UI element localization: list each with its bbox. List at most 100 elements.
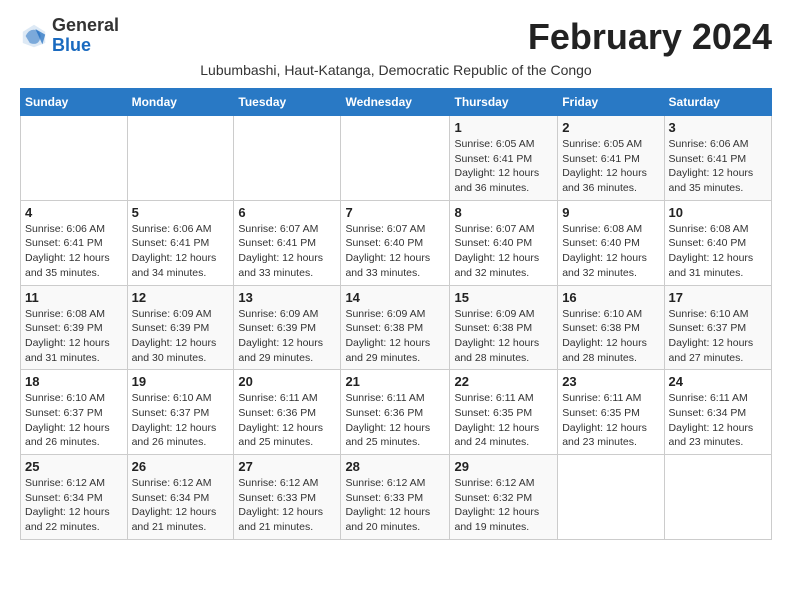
calendar-cell: 29 Sunrise: 6:12 AM Sunset: 6:32 PM Dayli…: [450, 455, 558, 540]
day-info: Sunrise: 6:12 AM Sunset: 6:32 PM Dayligh…: [454, 476, 553, 535]
day-number: 23: [562, 374, 659, 389]
day-number: 17: [669, 290, 767, 305]
location-title: Lubumbashi, Haut-Katanga, Democratic Rep…: [20, 62, 772, 78]
day-number: 5: [132, 205, 230, 220]
day-number: 3: [669, 120, 767, 135]
calendar-cell: 7 Sunrise: 6:07 AM Sunset: 6:40 PM Daylig…: [341, 200, 450, 285]
day-number: 13: [238, 290, 336, 305]
day-number: 10: [669, 205, 767, 220]
day-info: Sunrise: 6:05 AM Sunset: 6:41 PM Dayligh…: [454, 137, 553, 196]
day-of-week-header: Tuesday: [234, 89, 341, 116]
calendar-cell: 9 Sunrise: 6:08 AM Sunset: 6:40 PM Daylig…: [558, 200, 664, 285]
day-info: Sunrise: 6:06 AM Sunset: 6:41 PM Dayligh…: [669, 137, 767, 196]
calendar-cell: 3 Sunrise: 6:06 AM Sunset: 6:41 PM Daylig…: [664, 116, 771, 201]
day-info: Sunrise: 6:08 AM Sunset: 6:40 PM Dayligh…: [562, 222, 659, 281]
day-info: Sunrise: 6:12 AM Sunset: 6:34 PM Dayligh…: [25, 476, 123, 535]
calendar-cell: 17 Sunrise: 6:10 AM Sunset: 6:37 PM Dayli…: [664, 285, 771, 370]
day-info: Sunrise: 6:09 AM Sunset: 6:38 PM Dayligh…: [345, 307, 445, 366]
calendar-cell: 10 Sunrise: 6:08 AM Sunset: 6:40 PM Dayli…: [664, 200, 771, 285]
calendar-cell: [558, 455, 664, 540]
day-info: Sunrise: 6:10 AM Sunset: 6:37 PM Dayligh…: [25, 391, 123, 450]
day-number: 9: [562, 205, 659, 220]
day-info: Sunrise: 6:05 AM Sunset: 6:41 PM Dayligh…: [562, 137, 659, 196]
calendar-cell: [127, 116, 234, 201]
day-number: 2: [562, 120, 659, 135]
day-info: Sunrise: 6:08 AM Sunset: 6:39 PM Dayligh…: [25, 307, 123, 366]
calendar-cell: 27 Sunrise: 6:12 AM Sunset: 6:33 PM Dayli…: [234, 455, 341, 540]
day-number: 26: [132, 459, 230, 474]
day-info: Sunrise: 6:12 AM Sunset: 6:34 PM Dayligh…: [132, 476, 230, 535]
day-number: 19: [132, 374, 230, 389]
day-number: 11: [25, 290, 123, 305]
day-info: Sunrise: 6:06 AM Sunset: 6:41 PM Dayligh…: [25, 222, 123, 281]
day-number: 7: [345, 205, 445, 220]
day-of-week-header: Friday: [558, 89, 664, 116]
day-number: 21: [345, 374, 445, 389]
day-info: Sunrise: 6:07 AM Sunset: 6:41 PM Dayligh…: [238, 222, 336, 281]
day-info: Sunrise: 6:11 AM Sunset: 6:36 PM Dayligh…: [238, 391, 336, 450]
day-of-week-header: Sunday: [21, 89, 128, 116]
day-number: 1: [454, 120, 553, 135]
logo-icon: [20, 22, 48, 50]
day-info: Sunrise: 6:09 AM Sunset: 6:39 PM Dayligh…: [132, 307, 230, 366]
day-info: Sunrise: 6:10 AM Sunset: 6:37 PM Dayligh…: [669, 307, 767, 366]
calendar-cell: [234, 116, 341, 201]
logo: General Blue: [20, 16, 119, 56]
day-info: Sunrise: 6:07 AM Sunset: 6:40 PM Dayligh…: [345, 222, 445, 281]
calendar-cell: 25 Sunrise: 6:12 AM Sunset: 6:34 PM Dayli…: [21, 455, 128, 540]
calendar-cell: [21, 116, 128, 201]
day-number: 24: [669, 374, 767, 389]
calendar-cell: 6 Sunrise: 6:07 AM Sunset: 6:41 PM Daylig…: [234, 200, 341, 285]
day-of-week-header: Saturday: [664, 89, 771, 116]
day-of-week-header: Thursday: [450, 89, 558, 116]
calendar-cell: 24 Sunrise: 6:11 AM Sunset: 6:34 PM Dayli…: [664, 370, 771, 455]
calendar-cell: 14 Sunrise: 6:09 AM Sunset: 6:38 PM Dayli…: [341, 285, 450, 370]
calendar-cell: [341, 116, 450, 201]
calendar-cell: 16 Sunrise: 6:10 AM Sunset: 6:38 PM Dayli…: [558, 285, 664, 370]
header: General Blue February 2024: [20, 16, 772, 58]
day-number: 27: [238, 459, 336, 474]
calendar-cell: [664, 455, 771, 540]
calendar-cell: 23 Sunrise: 6:11 AM Sunset: 6:35 PM Dayli…: [558, 370, 664, 455]
day-info: Sunrise: 6:11 AM Sunset: 6:35 PM Dayligh…: [454, 391, 553, 450]
day-info: Sunrise: 6:11 AM Sunset: 6:34 PM Dayligh…: [669, 391, 767, 450]
day-number: 14: [345, 290, 445, 305]
day-number: 16: [562, 290, 659, 305]
month-title: February 2024: [528, 16, 772, 58]
calendar-cell: 26 Sunrise: 6:12 AM Sunset: 6:34 PM Dayli…: [127, 455, 234, 540]
day-number: 25: [25, 459, 123, 474]
calendar-cell: 18Sunrise: 6:10 AM Sunset: 6:37 PM Dayli…: [21, 370, 128, 455]
day-info: Sunrise: 6:06 AM Sunset: 6:41 PM Dayligh…: [132, 222, 230, 281]
day-info: Sunrise: 6:10 AM Sunset: 6:37 PM Dayligh…: [132, 391, 230, 450]
day-number: 4: [25, 205, 123, 220]
day-info: Sunrise: 6:10 AM Sunset: 6:38 PM Dayligh…: [562, 307, 659, 366]
day-info: Sunrise: 6:12 AM Sunset: 6:33 PM Dayligh…: [345, 476, 445, 535]
day-number: 15: [454, 290, 553, 305]
day-info: Sunrise: 6:12 AM Sunset: 6:33 PM Dayligh…: [238, 476, 336, 535]
day-number: 29: [454, 459, 553, 474]
calendar-cell: 28 Sunrise: 6:12 AM Sunset: 6:33 PM Dayli…: [341, 455, 450, 540]
day-info: Sunrise: 6:09 AM Sunset: 6:39 PM Dayligh…: [238, 307, 336, 366]
calendar-cell: 21 Sunrise: 6:11 AM Sunset: 6:36 PM Dayli…: [341, 370, 450, 455]
day-info: Sunrise: 6:08 AM Sunset: 6:40 PM Dayligh…: [669, 222, 767, 281]
day-of-week-header: Monday: [127, 89, 234, 116]
calendar-cell: 20 Sunrise: 6:11 AM Sunset: 6:36 PM Dayli…: [234, 370, 341, 455]
day-info: Sunrise: 6:11 AM Sunset: 6:35 PM Dayligh…: [562, 391, 659, 450]
calendar-cell: 11 Sunrise: 6:08 AM Sunset: 6:39 PM Dayli…: [21, 285, 128, 370]
calendar-cell: 5 Sunrise: 6:06 AM Sunset: 6:41 PM Daylig…: [127, 200, 234, 285]
calendar-cell: 1 Sunrise: 6:05 AM Sunset: 6:41 PM Daylig…: [450, 116, 558, 201]
logo-text: General Blue: [52, 16, 119, 56]
day-info: Sunrise: 6:11 AM Sunset: 6:36 PM Dayligh…: [345, 391, 445, 450]
calendar-cell: 4 Sunrise: 6:06 AM Sunset: 6:41 PM Daylig…: [21, 200, 128, 285]
day-number: 8: [454, 205, 553, 220]
day-of-week-header: Wednesday: [341, 89, 450, 116]
day-number: 22: [454, 374, 553, 389]
calendar-table: SundayMondayTuesdayWednesdayThursdayFrid…: [20, 88, 772, 540]
day-number: 20: [238, 374, 336, 389]
day-info: Sunrise: 6:07 AM Sunset: 6:40 PM Dayligh…: [454, 222, 553, 281]
day-number: 6: [238, 205, 336, 220]
calendar-cell: 12 Sunrise: 6:09 AM Sunset: 6:39 PM Dayli…: [127, 285, 234, 370]
calendar-cell: 22 Sunrise: 6:11 AM Sunset: 6:35 PM Dayli…: [450, 370, 558, 455]
day-number: 12: [132, 290, 230, 305]
day-number: 28: [345, 459, 445, 474]
